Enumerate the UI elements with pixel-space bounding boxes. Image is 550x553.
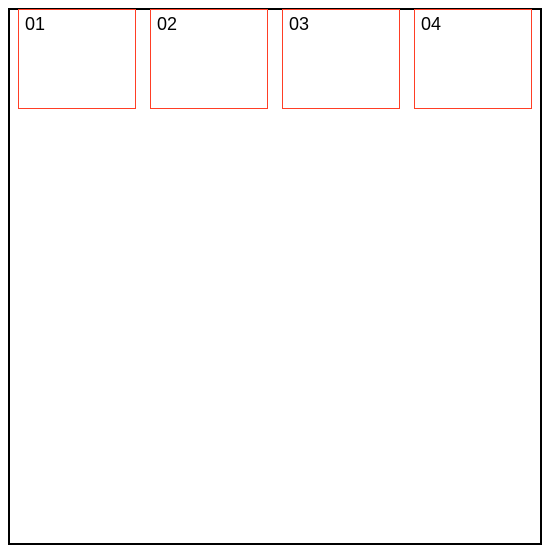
tile-label: 02 [157, 14, 177, 34]
tile-label: 04 [421, 14, 441, 34]
tile-04: 04 [414, 9, 532, 109]
layout-container: 01 02 03 04 [8, 8, 542, 545]
tile-02: 02 [150, 9, 268, 109]
tile-label: 01 [25, 14, 45, 34]
tile-01: 01 [18, 9, 136, 109]
tile-03: 03 [282, 9, 400, 109]
tile-label: 03 [289, 14, 309, 34]
